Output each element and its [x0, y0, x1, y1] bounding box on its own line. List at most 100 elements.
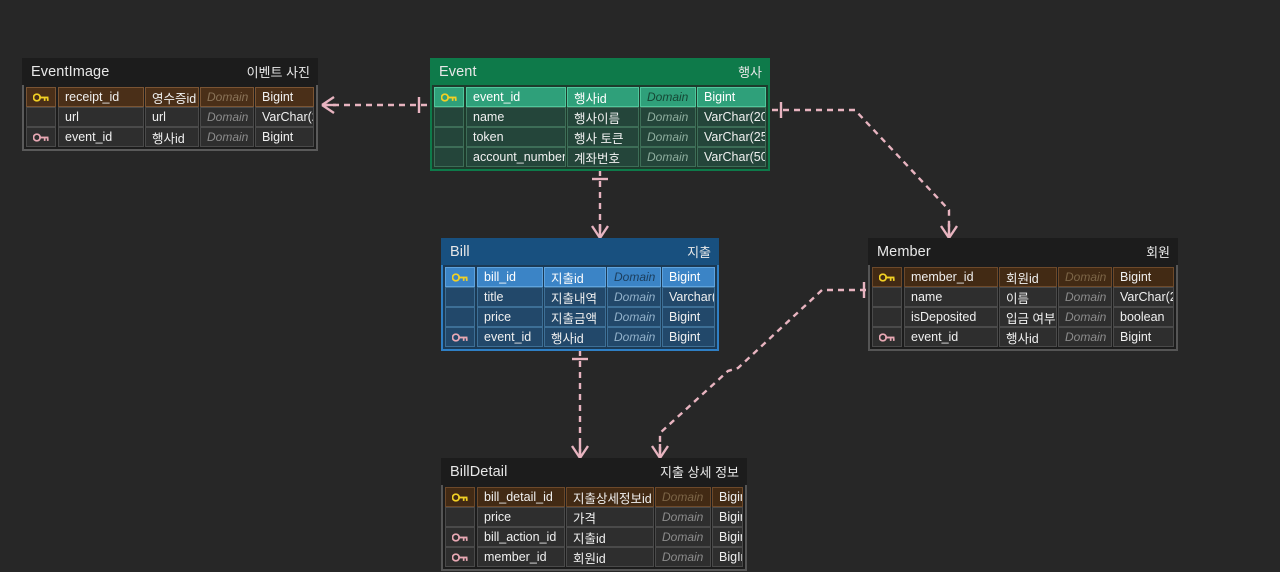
column-datatype: Bigint	[1113, 267, 1174, 287]
column-datatype: VarChar(50)	[697, 147, 766, 167]
column-datatype: Bigint	[662, 327, 715, 347]
column-row[interactable]: name이름DomainVarChar(20)	[872, 287, 1174, 307]
column-key-cell	[445, 487, 475, 507]
column-name: member_id	[904, 267, 998, 287]
entity-title-bar-bill_detail[interactable]: BillDetail 지출 상세 정보	[441, 458, 747, 485]
column-datatype: Bigint	[255, 127, 314, 147]
entity-title-bar-bill[interactable]: Bill 지출	[441, 238, 719, 265]
entity-name-event: Event	[439, 63, 477, 80]
entity-bill_detail[interactable]: BillDetail 지출 상세 정보 bill_detail_id 지출상세정보id…	[441, 458, 747, 571]
column-row[interactable]: urlurlDomainVarChar(255)	[26, 107, 314, 127]
entity-bill[interactable]: Bill 지출 bill_id 지출id Domain Bigint title 지출내역 Do…	[441, 238, 719, 351]
column-row[interactable]: bill_action_id지출idDomainBigint	[445, 527, 743, 547]
primary-key-icon	[451, 272, 468, 282]
column-name: url	[58, 107, 144, 127]
column-name-ko: 회원id	[999, 267, 1057, 287]
column-datatype: Bigint	[712, 527, 743, 547]
entity-columns-event_image: receipt_id 영수증id Domain Bigint url url Domain V…	[22, 85, 318, 151]
column-domain: Domain	[640, 87, 696, 107]
column-domain: Domain	[607, 327, 661, 347]
column-row[interactable]: name 행사이름 Domain VarChar(20)	[434, 107, 766, 127]
column-domain: Domain	[607, 287, 661, 307]
column-domain: Domain	[200, 127, 254, 147]
column-key-cell	[26, 107, 56, 127]
column-domain: Domain	[655, 527, 711, 547]
column-row[interactable]: bill_id 지출id Domain Bigint	[445, 267, 715, 287]
entity-name-bill: Bill	[450, 243, 470, 260]
entity-event[interactable]: Event 행사 event_id 행사id Domain Bigint name 행사이름 D…	[430, 58, 770, 171]
column-key-cell	[445, 507, 475, 527]
entity-columns-event: event_id 행사id Domain Bigint name 행사이름 Domain Va…	[430, 85, 770, 171]
column-datatype: Bigint	[712, 487, 743, 507]
foreign-key-icon	[451, 552, 468, 562]
column-key-cell	[445, 287, 475, 307]
column-row[interactable]: bill_detail_id지출상세정보idDomainBigint	[445, 487, 743, 507]
entity-name-member: Member	[877, 243, 931, 260]
column-key-cell	[445, 527, 475, 547]
entity-label-ko-bill_detail: 지출 상세 정보	[660, 465, 739, 480]
column-row[interactable]: title지출내역DomainVarchar(30)	[445, 287, 715, 307]
entity-title-bar-member[interactable]: Member 회원	[868, 238, 1178, 265]
column-row[interactable]: token행사 토큰DomainVarChar(255)	[434, 127, 766, 147]
column-domain: Domain	[655, 507, 711, 527]
column-domain: Domain	[640, 127, 696, 147]
column-datatype: VarChar(255)	[255, 107, 314, 127]
primary-key-icon	[451, 492, 468, 502]
column-row[interactable]: event_id 행사id Domain Bigint	[434, 87, 766, 107]
column-name: event_id	[904, 327, 998, 347]
column-domain: Domain	[1058, 307, 1112, 327]
column-key-cell	[872, 307, 902, 327]
foreign-key-icon	[451, 332, 468, 342]
column-domain: Domain	[200, 87, 254, 107]
column-row[interactable]: member_id회원idDomainBigInt	[445, 547, 743, 567]
column-key-cell	[445, 547, 475, 567]
column-row[interactable]: event_id 행사id Domain Bigint	[445, 327, 715, 347]
column-domain: Domain	[1058, 327, 1112, 347]
column-row[interactable]: member_id 회원id Domain Bigint	[872, 267, 1174, 287]
column-name: event_id	[477, 327, 543, 347]
relationship-eventimage-event	[321, 96, 428, 114]
entity-columns-bill_detail: bill_detail_id지출상세정보idDomainBigintprice가…	[441, 485, 747, 571]
column-name: receipt_id	[58, 87, 144, 107]
column-datatype: Bigint	[697, 87, 766, 107]
primary-key-icon	[878, 272, 895, 282]
column-row[interactable]: isDeposited 입금 여부 Domain boolean	[872, 307, 1174, 327]
entity-title-bar-event_image[interactable]: EventImage 이벤트 사진	[22, 58, 318, 85]
column-name-ko: 행사id	[567, 87, 639, 107]
column-name: isDeposited	[904, 307, 998, 327]
entity-label-ko-member: 회원	[1146, 245, 1170, 260]
column-row[interactable]: account_number 계좌번호 Domain VarChar(50)	[434, 147, 766, 167]
column-name-ko: 회원id	[566, 547, 654, 567]
column-name: price	[477, 507, 565, 527]
column-name-ko: 행사이름	[567, 107, 639, 127]
foreign-key-icon	[32, 132, 49, 142]
column-row[interactable]: price가격DomainBigint	[445, 507, 743, 527]
primary-key-icon	[440, 92, 457, 102]
column-key-cell	[26, 127, 56, 147]
column-name-ko: 행사id	[145, 127, 199, 147]
column-datatype: Bigint	[1113, 327, 1174, 347]
column-row[interactable]: event_id 행사id Domain Bigint	[26, 127, 314, 147]
column-datatype: VarChar(20)	[697, 107, 766, 127]
entity-member[interactable]: Member 회원 member_id 회원id Domain Bigint name 이름 D…	[868, 238, 1178, 351]
relationship-bill-billdetail	[571, 350, 589, 459]
column-name: name	[466, 107, 566, 127]
entity-columns-bill: bill_id 지출id Domain Bigint title 지출내역 Domain Va…	[441, 265, 719, 351]
column-name: bill_action_id	[477, 527, 565, 547]
column-domain: Domain	[1058, 287, 1112, 307]
column-key-cell	[872, 267, 902, 287]
column-datatype: Bigint	[662, 307, 715, 327]
column-name-ko: 가격	[566, 507, 654, 527]
entity-title-bar-event[interactable]: Event 행사	[430, 58, 770, 85]
column-row[interactable]: receipt_id 영수증id Domain Bigint	[26, 87, 314, 107]
column-domain: Domain	[655, 487, 711, 507]
column-key-cell	[434, 87, 464, 107]
column-row[interactable]: price 지출금액 Domain Bigint	[445, 307, 715, 327]
column-key-cell	[434, 107, 464, 127]
entity-name-bill_detail: BillDetail	[450, 463, 508, 480]
erd-canvas[interactable]: EventImage 이벤트 사진 receipt_id 영수증id Domain Big…	[0, 0, 1280, 572]
entity-event_image[interactable]: EventImage 이벤트 사진 receipt_id 영수증id Domain Big…	[22, 58, 318, 151]
column-key-cell	[872, 287, 902, 307]
column-row[interactable]: event_id 행사id Domain Bigint	[872, 327, 1174, 347]
column-name: bill_detail_id	[477, 487, 565, 507]
